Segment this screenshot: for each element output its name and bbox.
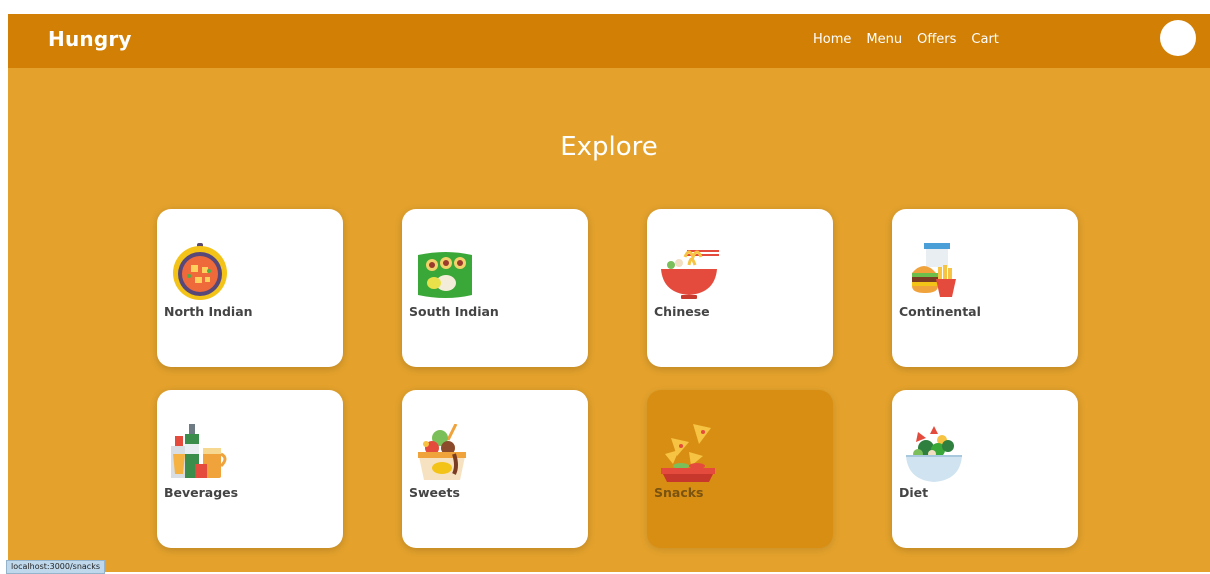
top-navbar: Hungry Home Menu Offers Cart bbox=[8, 14, 1210, 68]
category-card-continental[interactable]: Continental bbox=[892, 209, 1078, 367]
category-label: North Indian bbox=[164, 304, 253, 319]
app-root: Hungry Home Menu Offers Cart Explore Nor… bbox=[8, 14, 1210, 572]
category-card-beverages[interactable]: Beverages bbox=[157, 390, 343, 548]
noodle-bowl-icon bbox=[661, 250, 719, 299]
category-card-diet[interactable]: Diet bbox=[892, 390, 1078, 548]
dessert-cup-icon bbox=[418, 424, 466, 480]
nav-link-home[interactable]: Home bbox=[813, 32, 851, 47]
category-card-north-indian[interactable]: North Indian bbox=[157, 209, 343, 367]
category-label: Snacks bbox=[654, 485, 704, 500]
salad-bowl-icon bbox=[906, 426, 962, 482]
bottles-drinks-icon bbox=[171, 424, 227, 478]
category-card-snacks[interactable]: Snacks bbox=[647, 390, 833, 548]
category-card-south-indian[interactable]: South Indian bbox=[402, 209, 588, 367]
category-card-chinese[interactable]: Chinese bbox=[647, 209, 833, 367]
category-label: Diet bbox=[899, 485, 929, 500]
nav-link-offers[interactable]: Offers bbox=[917, 32, 956, 47]
category-label: Sweets bbox=[409, 485, 460, 500]
banana-leaf-meal-icon bbox=[418, 252, 472, 298]
brand-logo[interactable]: Hungry bbox=[48, 27, 132, 51]
nav-link-cart[interactable]: Cart bbox=[971, 32, 999, 47]
page-title: Explore bbox=[560, 132, 658, 162]
user-avatar[interactable] bbox=[1160, 20, 1196, 56]
category-label: Chinese bbox=[654, 304, 710, 319]
category-label: South Indian bbox=[409, 304, 499, 319]
burger-fries-icon bbox=[912, 243, 956, 297]
category-label: Continental bbox=[899, 304, 981, 319]
category-label: Beverages bbox=[164, 485, 239, 500]
nav-links: Home Menu Offers Cart bbox=[813, 32, 999, 47]
category-card-sweets[interactable]: Sweets bbox=[402, 390, 588, 548]
nav-link-menu[interactable]: Menu bbox=[866, 32, 902, 47]
nachos-icon bbox=[661, 424, 715, 482]
curry-pot-icon bbox=[173, 243, 227, 300]
